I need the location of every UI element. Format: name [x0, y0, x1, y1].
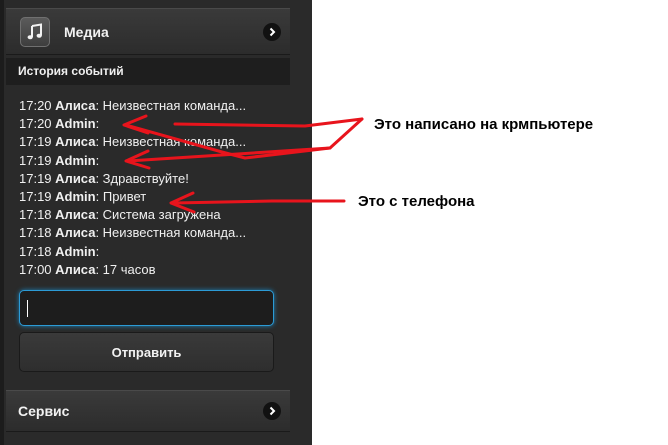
log-sender: Алиса: [55, 170, 96, 186]
log-time: 17:19: [19, 134, 52, 150]
log-line: 17:18 Admin:: [19, 243, 100, 259]
chevron-right-icon[interactable]: [263, 402, 281, 420]
log-line: 17:18 Алиса: Система загружена: [19, 207, 221, 223]
panel-edge: [0, 0, 4, 445]
annotation-phone: Это с телефона: [358, 193, 475, 210]
event-log: 17:20 Алиса: Неизвестная команда... 17:20…: [19, 97, 289, 279]
music-note-icon: [20, 16, 50, 47]
log-line: 17:19 Алиса: Здравствуйте!: [19, 170, 189, 186]
media-menu-row[interactable]: Медиа: [6, 8, 290, 55]
log-message: Здравствуйте!: [102, 170, 189, 186]
chevron-right-icon[interactable]: [263, 22, 281, 41]
media-label: Медиа: [64, 23, 109, 40]
message-input[interactable]: [19, 290, 274, 326]
log-sender: Admin: [55, 116, 96, 132]
log-time: 17:18: [19, 207, 52, 223]
log-message: Привет: [102, 189, 147, 205]
log-sender: Алиса: [55, 207, 96, 223]
history-header: История событий: [6, 58, 290, 85]
text-caret: [27, 300, 28, 317]
side-panel: Медиа История событий 17:20 Алиса: Неизв…: [0, 0, 312, 445]
log-sender: Алиса: [55, 134, 96, 150]
annotation-computer: Это написано на крмпьютере: [374, 116, 594, 133]
log-line: 17:00 Алиса: 17 часов: [19, 261, 156, 277]
log-time: 17:19: [19, 170, 52, 186]
log-message: Неизвестная команда...: [102, 225, 247, 241]
service-label: Сервис: [18, 403, 70, 419]
log-time: 17:20: [19, 98, 52, 113]
log-sender: Алиса: [55, 261, 96, 277]
send-button[interactable]: Отправить: [19, 332, 274, 372]
log-message: Неизвестная команда...: [102, 134, 247, 150]
log-line: 17:20 Admin:: [19, 116, 100, 132]
log-line: 17:19 Admin:: [19, 152, 100, 168]
log-line: 17:18 Алиса: Неизвестная команда...: [19, 225, 247, 241]
log-line: 17:20 Алиса: Неизвестная команда...: [19, 98, 247, 113]
log-time: 17:00: [19, 261, 52, 277]
log-message: Система загружена: [102, 207, 221, 223]
log-time: 17:18: [19, 243, 52, 259]
log-time: 17:18: [19, 225, 52, 241]
log-sender: Алиса: [55, 98, 96, 113]
log-sender: Алиса: [55, 225, 96, 241]
service-menu-row[interactable]: Сервис: [6, 390, 290, 432]
log-line: 17:19 Admin: Привет: [19, 189, 147, 205]
log-sender: Admin: [55, 243, 96, 259]
log-message: Неизвестная команда...: [102, 98, 247, 113]
log-time: 17:19: [19, 152, 52, 168]
log-time: 17:19: [19, 189, 52, 205]
log-sender: Admin: [55, 152, 96, 168]
log-sender: Admin: [55, 189, 96, 205]
log-time: 17:20: [19, 116, 52, 132]
log-message: 17 часов: [102, 261, 156, 277]
log-line: 17:19 Алиса: Неизвестная команда...: [19, 134, 247, 150]
